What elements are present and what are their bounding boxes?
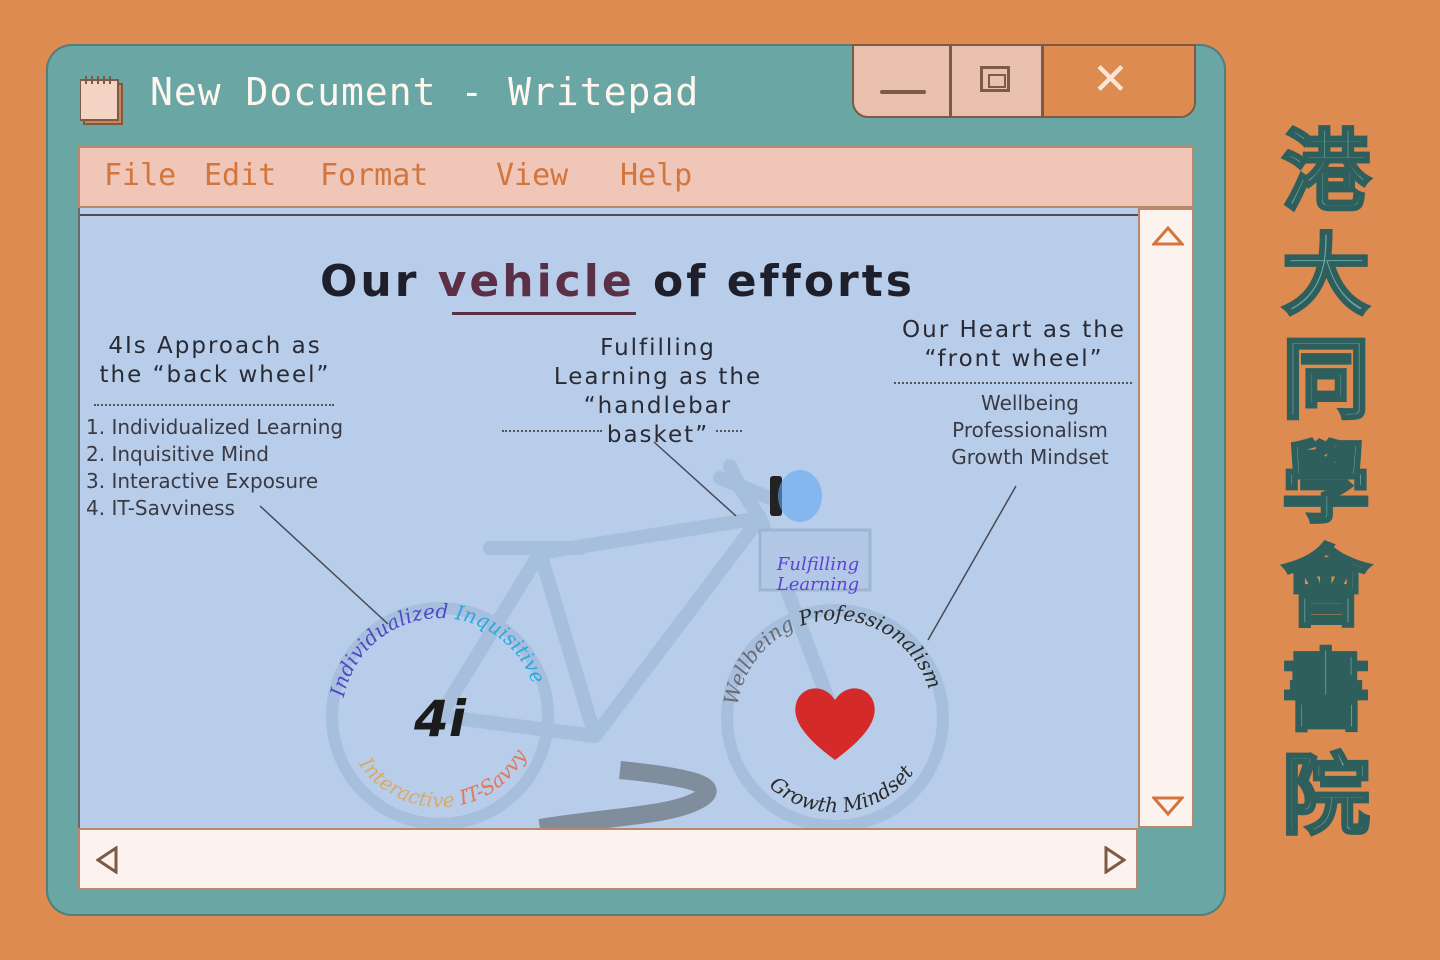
scroll-left-icon[interactable] <box>96 846 118 874</box>
front-wheel-ring-top: Wellbeing Professionalism <box>719 601 947 707</box>
scroll-down-icon[interactable] <box>1152 796 1184 816</box>
notepad-icon <box>80 76 123 125</box>
document-content[interactable]: Our vehicle of efforts 4i Individualized… <box>78 208 1138 828</box>
basket-label-line2: Learning <box>776 574 859 595</box>
horizontal-scrollbar[interactable] <box>78 828 1138 890</box>
list-item: 4. IT-Savviness <box>86 496 235 520</box>
heading-line: “front wheel” <box>924 346 1104 372</box>
dotted-divider <box>716 430 742 432</box>
front-wheel-list: Wellbeing Professionalism Growth Mindset <box>930 390 1130 471</box>
close-button[interactable]: ✕ <box>1044 46 1194 116</box>
dotted-divider <box>894 382 1132 384</box>
menu-help[interactable]: Help <box>620 158 692 193</box>
list-item: 1. Individualized Learning <box>86 415 344 439</box>
heading-line: Learning as the <box>553 364 763 390</box>
list-item: 2. Inquisitive Mind <box>86 442 269 466</box>
list-item: Wellbeing <box>981 391 1079 415</box>
dotted-divider <box>94 404 334 406</box>
maximize-button[interactable] <box>952 46 1044 116</box>
list-item: Professionalism <box>952 418 1108 442</box>
back-wheel-ring-top: Individualized Inquisitive <box>325 599 551 700</box>
close-icon: ✕ <box>1092 54 1129 105</box>
window-controls: ✕ <box>852 44 1196 118</box>
vertical-scrollbar[interactable] <box>1138 208 1194 828</box>
scroll-right-icon[interactable] <box>1104 846 1126 874</box>
heading-line: “handlebar <box>583 393 733 419</box>
minimize-button[interactable] <box>854 46 952 116</box>
basket-label-line1: Fulfilling <box>776 554 859 575</box>
menu-bar: File Edit Format View Help <box>78 146 1194 208</box>
list-item: 3. Interactive Exposure <box>86 469 319 493</box>
ring-word: Wellbeing <box>719 611 798 706</box>
front-wheel-heading: Our Heart as the “front wheel” <box>888 316 1138 374</box>
handlebar-heading: Fulfilling Learning as the “handlebar ba… <box>530 334 786 450</box>
back-wheel-center-label: 4i <box>413 690 467 748</box>
ring-word: Individualized <box>325 599 449 700</box>
menu-edit[interactable]: Edit <box>204 158 276 193</box>
minimize-icon <box>880 90 926 94</box>
heading-line: basket” <box>606 422 710 448</box>
menu-view[interactable]: View <box>496 158 568 193</box>
maximize-icon <box>980 66 1010 92</box>
dotted-divider <box>502 430 602 432</box>
side-title: 港大同學會書院 <box>1280 119 1371 849</box>
list-item: Growth Mindset <box>951 445 1109 469</box>
heading-line: Fulfilling <box>600 335 716 361</box>
heading-line: 4Is Approach as <box>108 333 322 359</box>
heading-line: Our Heart as the <box>902 317 1126 343</box>
menu-file[interactable]: File <box>104 158 176 193</box>
window-title: New Document - Writepad <box>150 70 700 114</box>
heading-line: the “back wheel” <box>99 362 331 388</box>
back-wheel-list: 1. Individualized Learning 2. Inquisitiv… <box>86 414 343 522</box>
ring-word: IT-Savvy <box>456 744 532 810</box>
menu-format[interactable]: Format <box>320 158 428 193</box>
scroll-up-icon[interactable] <box>1152 226 1184 246</box>
back-wheel-heading: 4Is Approach as the “back wheel” <box>90 332 340 390</box>
